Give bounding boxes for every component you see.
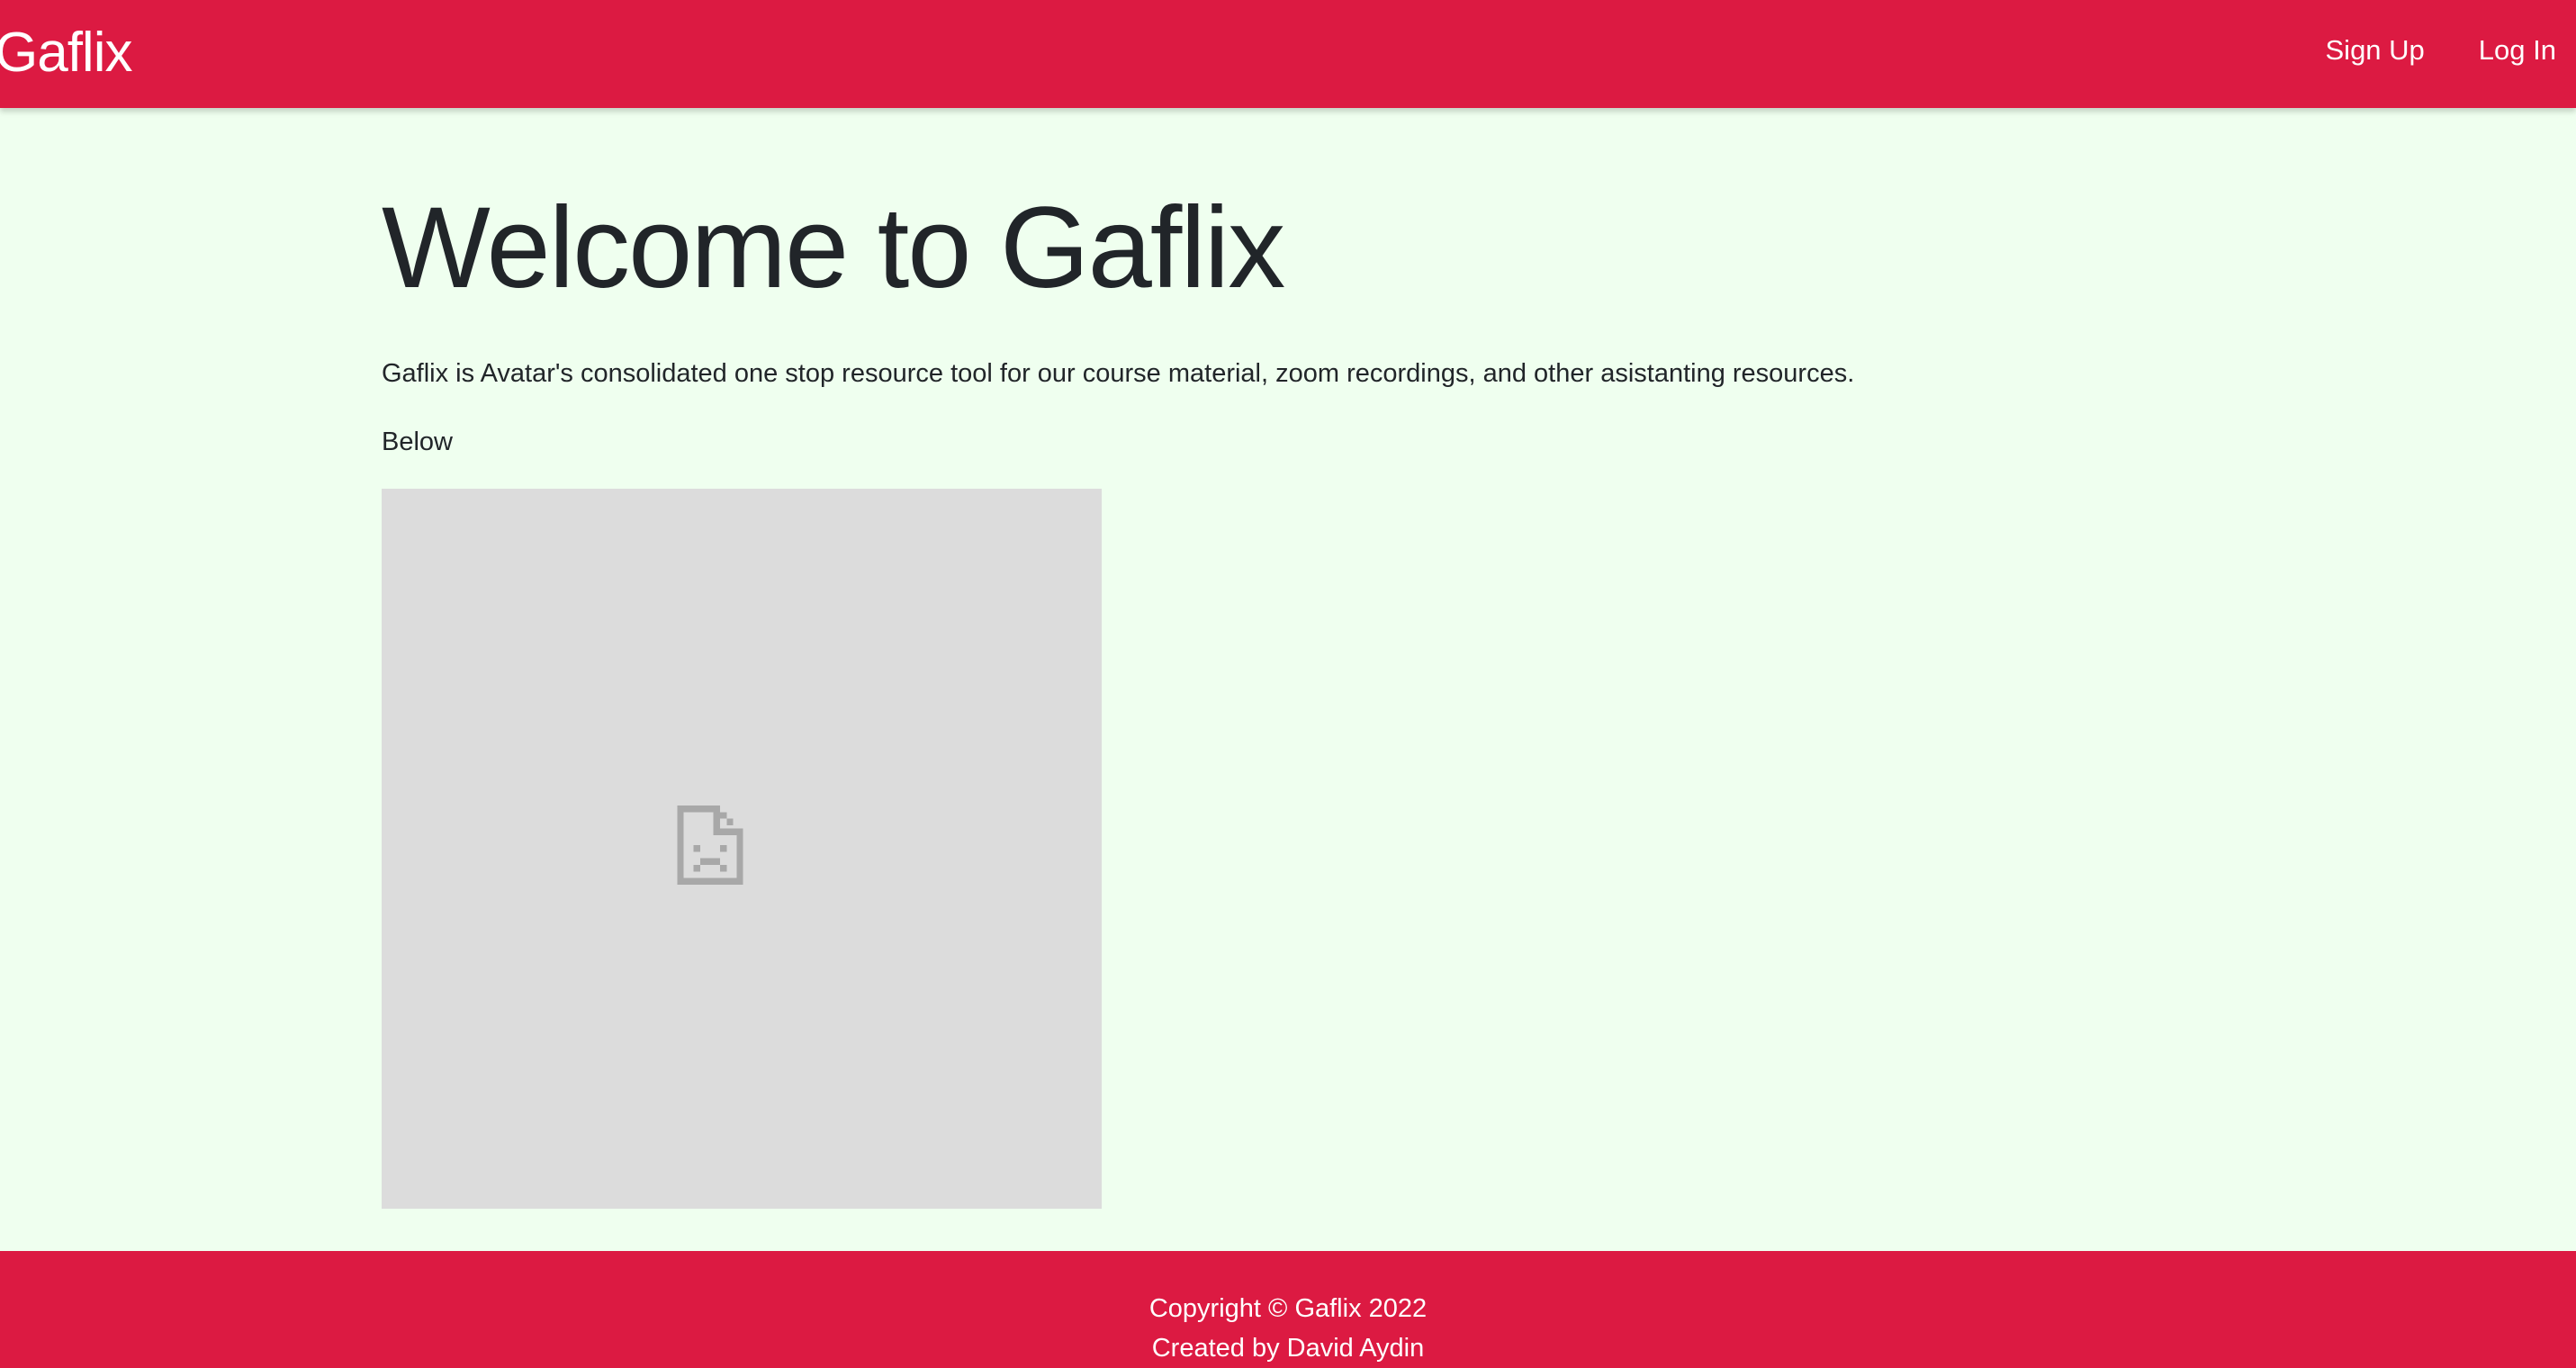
credit-text: Created by David Aydin xyxy=(1151,1334,1425,1363)
nav-links: Sign Up Log In xyxy=(2326,31,2557,70)
below-label: Below xyxy=(382,428,453,456)
intro-text: Gaflix is Avatar's consolidated one stop… xyxy=(382,359,1855,388)
page-title: Welcome to Gaflix xyxy=(382,184,1285,312)
footer: Copyright © Gaflix 2022 Created by David… xyxy=(0,1251,2576,1368)
navbar: Gaflix Sign Up Log In xyxy=(0,0,2576,108)
brand-link[interactable]: Gaflix xyxy=(0,18,132,88)
broken-image-icon xyxy=(677,806,743,885)
copyright-text: Copyright © Gaflix 2022 xyxy=(1148,1294,1428,1323)
log-in-link[interactable]: Log In xyxy=(2479,31,2556,70)
broken-image-placeholder xyxy=(382,489,1102,1209)
sign-up-link[interactable]: Sign Up xyxy=(2326,31,2425,70)
